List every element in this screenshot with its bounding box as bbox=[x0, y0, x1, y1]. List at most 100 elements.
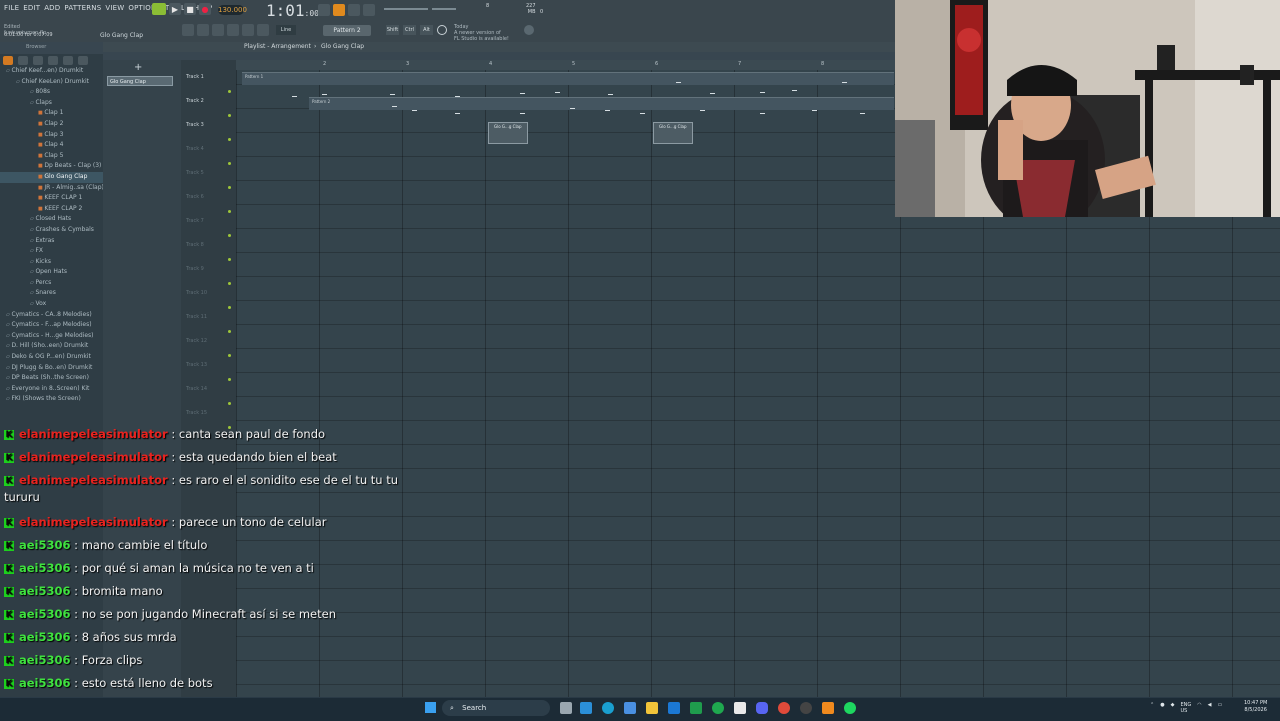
browser-item[interactable]: ▱ FKI (Shows the Screen) bbox=[0, 394, 103, 405]
chat-username[interactable]: aei5306 bbox=[19, 676, 71, 690]
explorer-icon[interactable] bbox=[646, 702, 658, 714]
taskbar-search[interactable]: ⌕ Search bbox=[442, 700, 550, 716]
chat-username[interactable]: elanimepeleasimulator bbox=[19, 427, 168, 441]
task-view-icon[interactable] bbox=[560, 702, 572, 714]
browser-item[interactable]: ▱ Chief KeeLen) Drumkit bbox=[0, 77, 103, 88]
track-label[interactable]: Track 10 bbox=[186, 290, 207, 296]
browser-item[interactable]: ▱ 808s bbox=[0, 87, 103, 98]
edge-icon[interactable] bbox=[602, 702, 614, 714]
ctrl-modifier[interactable]: Ctrl bbox=[403, 25, 416, 35]
stamp-icon[interactable] bbox=[197, 24, 209, 36]
fl-studio-icon[interactable] bbox=[822, 702, 834, 714]
discord-icon[interactable] bbox=[756, 702, 768, 714]
browser-item[interactable]: ▱ Vox bbox=[0, 299, 103, 310]
browser-item[interactable]: ■ Clap 5 bbox=[0, 151, 103, 162]
track-label[interactable]: Track 3 bbox=[186, 122, 204, 128]
browser-item[interactable]: ■ Clap 2 bbox=[0, 119, 103, 130]
countdown-icon[interactable] bbox=[348, 4, 360, 16]
copilot-icon[interactable] bbox=[580, 702, 592, 714]
browser-menu-icon[interactable] bbox=[3, 56, 13, 65]
track-mute-led[interactable] bbox=[228, 402, 231, 405]
browser-back-icon[interactable] bbox=[33, 56, 43, 65]
track-mute-led[interactable] bbox=[228, 210, 231, 213]
chat-username[interactable]: elanimepeleasimulator bbox=[19, 473, 168, 487]
browser-item[interactable]: ■ KEEF CLAP 1 bbox=[0, 193, 103, 204]
pattern-song-toggle[interactable] bbox=[152, 3, 166, 15]
browser-item[interactable]: ▱ Everyone in 8..Screen) Kit bbox=[0, 384, 103, 395]
excel-icon[interactable] bbox=[690, 702, 702, 714]
browser-item[interactable]: ■ Dp Beats - Clap (3) bbox=[0, 161, 103, 172]
browser-item[interactable]: ▱ Cymatics - CA..8 Melodies) bbox=[0, 310, 103, 321]
browser-item[interactable]: ■ Clap 4 bbox=[0, 140, 103, 151]
track-mute-led[interactable] bbox=[228, 258, 231, 261]
browser-star-icon[interactable] bbox=[78, 56, 88, 65]
audio-clip-b[interactable]: Glo G...g Clap bbox=[653, 122, 693, 144]
metronome-icon[interactable] bbox=[318, 4, 330, 16]
wifi-icon[interactable]: ◠ bbox=[1197, 702, 1201, 714]
pattern-clip-1[interactable]: Pattern 1 bbox=[242, 72, 894, 85]
browser-item[interactable]: ■ KEEF CLAP 2 bbox=[0, 204, 103, 215]
shift-modifier[interactable]: Shift bbox=[386, 25, 399, 35]
browser-item[interactable]: ▱ DJ Plugg & Bo..en) Drumkit bbox=[0, 363, 103, 374]
record-button[interactable]: ● bbox=[199, 3, 211, 15]
slide-icon[interactable] bbox=[227, 24, 239, 36]
wait-icon[interactable] bbox=[333, 4, 345, 16]
track-label[interactable]: Track 1 bbox=[186, 74, 204, 80]
browser-item[interactable]: ▱ Open Hats bbox=[0, 267, 103, 278]
browser-item[interactable]: ▱ Chief Keef...en) Drumkit bbox=[0, 66, 103, 77]
track-label[interactable]: Track 8 bbox=[186, 242, 204, 248]
menu-file[interactable]: FILE bbox=[4, 4, 19, 12]
track-label[interactable]: Track 6 bbox=[186, 194, 204, 200]
tray-usb-icon[interactable]: ◆ bbox=[1171, 702, 1175, 714]
chrome-icon[interactable] bbox=[778, 702, 790, 714]
track-mute-led[interactable] bbox=[228, 90, 231, 93]
stop-button[interactable]: ■ bbox=[184, 3, 196, 15]
tray-app-icon[interactable]: ● bbox=[1160, 702, 1164, 714]
start-button[interactable] bbox=[425, 702, 436, 713]
track-mute-led[interactable] bbox=[228, 330, 231, 333]
track-label[interactable]: Track 7 bbox=[186, 218, 204, 224]
track-mute-led[interactable] bbox=[228, 282, 231, 285]
track-label[interactable]: Track 13 bbox=[186, 362, 207, 368]
spotify-icon[interactable] bbox=[844, 702, 856, 714]
chat-username[interactable]: aei5306 bbox=[19, 630, 71, 644]
menu-add[interactable]: ADD bbox=[44, 4, 60, 12]
settings-icon[interactable] bbox=[524, 25, 534, 35]
track-mute-led[interactable] bbox=[228, 138, 231, 141]
browser-item[interactable]: ▱ Cymatics - H...ge Melodies) bbox=[0, 331, 103, 342]
track-label[interactable]: Track 2 bbox=[186, 98, 204, 104]
menu-patterns[interactable]: PATTERNS bbox=[64, 4, 101, 12]
track-label[interactable]: Track 15 bbox=[186, 410, 207, 416]
track-mute-led[interactable] bbox=[228, 186, 231, 189]
snap-select[interactable]: Line bbox=[276, 25, 296, 35]
master-volume-slider[interactable] bbox=[384, 8, 428, 10]
track-mute-led[interactable] bbox=[228, 354, 231, 357]
browser-item[interactable]: ▱ FX bbox=[0, 246, 103, 257]
update-icon[interactable] bbox=[437, 25, 447, 35]
track-label[interactable]: Track 4 bbox=[186, 146, 204, 152]
battery-icon[interactable]: ▭ bbox=[1217, 702, 1222, 714]
track-label[interactable]: Track 9 bbox=[186, 266, 204, 272]
pattern-clip-2[interactable]: Pattern 2 bbox=[309, 97, 894, 110]
browser-folder-icon[interactable] bbox=[18, 56, 28, 65]
plus-icon[interactable] bbox=[182, 24, 194, 36]
track-label[interactable]: Track 12 bbox=[186, 338, 207, 344]
chat-username[interactable]: elanimepeleasimulator bbox=[19, 515, 168, 529]
play-button[interactable]: ▶ bbox=[169, 3, 181, 15]
track-mute-led[interactable] bbox=[228, 306, 231, 309]
track-label[interactable]: Track 14 bbox=[186, 386, 207, 392]
browser-item[interactable]: ▱ Percs bbox=[0, 278, 103, 289]
track-mute-led[interactable] bbox=[228, 378, 231, 381]
track-label[interactable]: Track 5 bbox=[186, 170, 204, 176]
track-mute-led[interactable] bbox=[228, 234, 231, 237]
browser-item[interactable]: ▱ Kicks bbox=[0, 257, 103, 268]
browser-item[interactable]: ▱ Cymatics - F...ap Melodies) bbox=[0, 320, 103, 331]
tray-lang[interactable]: ENG US bbox=[1180, 702, 1191, 714]
timeline-ruler[interactable] bbox=[236, 60, 895, 70]
loop-record-icon[interactable] bbox=[363, 4, 375, 16]
chat-username[interactable]: elanimepeleasimulator bbox=[19, 450, 168, 464]
obs-icon[interactable] bbox=[800, 702, 812, 714]
audio-clip-a[interactable]: Glo G...g Clap bbox=[488, 122, 528, 144]
chat-username[interactable]: aei5306 bbox=[19, 607, 71, 621]
browser-cloud-icon[interactable] bbox=[63, 56, 73, 65]
